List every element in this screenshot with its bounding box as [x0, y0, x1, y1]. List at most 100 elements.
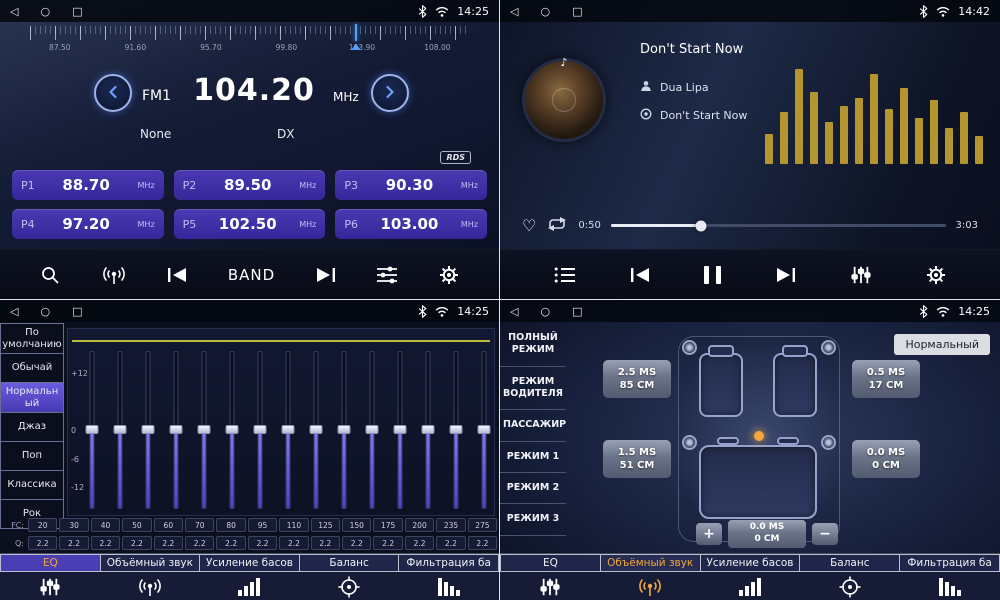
eq-slider-knob[interactable] [310, 425, 323, 434]
home-icon[interactable]: ○ [540, 5, 550, 18]
tuner-scale[interactable]: 87.5091.6095.7099.80103.90108.00 [30, 26, 469, 64]
delay-rear-left[interactable]: 1.5 MS 51 CM [603, 440, 671, 478]
repeat-icon[interactable] [546, 216, 568, 235]
eq-preset-item[interactable]: Обычай [0, 354, 64, 383]
surround-broadcast-icon[interactable] [600, 577, 700, 597]
surround-mode-item[interactable]: РЕЖИМ ВОДИТЕЛЯ [500, 367, 566, 411]
eq-band-slider[interactable] [141, 351, 155, 509]
eq-slider-knob[interactable] [142, 425, 155, 434]
recents-icon[interactable]: □ [72, 305, 82, 318]
settings-gear-icon[interactable] [439, 265, 459, 285]
tab-balance-target[interactable]: Баланс [300, 554, 400, 572]
eq-slider-knob[interactable] [450, 425, 463, 434]
tab-surround-broadcast[interactable]: Объёмный звук [101, 554, 201, 572]
back-icon[interactable]: ◁ [10, 305, 18, 318]
bass-boost-icon[interactable] [700, 577, 800, 597]
tab-surround-broadcast[interactable]: Объёмный звук [601, 554, 701, 572]
eq-slider-knob[interactable] [366, 425, 379, 434]
next-track-icon[interactable] [776, 267, 796, 283]
eq-sliders-icon[interactable] [376, 266, 398, 284]
eq-slider-knob[interactable] [422, 425, 435, 434]
playlist-icon[interactable] [554, 266, 576, 284]
profile-button[interactable]: Нормальный [894, 334, 990, 355]
tab-filter-bars[interactable]: Фильтрация ба [399, 554, 499, 572]
radio-preset-P1[interactable]: P188.70MHz [12, 170, 164, 200]
eq-band-slider[interactable] [477, 351, 491, 509]
eq-sliders-icon[interactable] [500, 577, 600, 597]
eq-band-slider[interactable] [449, 351, 463, 509]
seek-up-button[interactable] [371, 74, 409, 112]
speaker-icon[interactable] [682, 340, 697, 355]
tab-balance-target[interactable]: Баланс [800, 554, 900, 572]
radio-preset-P6[interactable]: P6103.00MHz [335, 209, 487, 239]
eq-slider-knob[interactable] [170, 425, 183, 434]
eq-slider-knob[interactable] [282, 425, 295, 434]
eq-band-slider[interactable] [197, 351, 211, 509]
prev-track-icon[interactable] [630, 267, 650, 283]
eq-preset-item[interactable]: По умолчанию [0, 323, 64, 354]
recents-icon[interactable]: □ [572, 305, 582, 318]
vertical-sliders-icon[interactable] [850, 265, 872, 285]
tab-eq-sliders[interactable]: EQ [0, 554, 101, 572]
back-icon[interactable]: ◁ [10, 5, 18, 18]
speaker-icon[interactable] [821, 340, 836, 355]
surround-mode-item[interactable]: РЕЖИМ 1 [500, 442, 566, 473]
tab-bass-boost[interactable]: Усиление басов [200, 554, 300, 572]
seek-down-button[interactable] [94, 74, 132, 112]
filter-bars-icon[interactable] [399, 577, 499, 597]
eq-band-slider[interactable] [393, 351, 407, 509]
tab-bass-boost[interactable]: Усиление басов [701, 554, 801, 572]
surround-broadcast-icon[interactable] [100, 577, 200, 597]
radio-preset-P5[interactable]: P5102.50MHz [174, 209, 326, 239]
surround-mode-item[interactable]: ПОЛНЫЙ РЕЖИМ [500, 323, 566, 367]
balance-target-icon[interactable] [800, 576, 900, 598]
home-icon[interactable]: ○ [540, 305, 550, 318]
eq-slider-knob[interactable] [254, 425, 267, 434]
back-icon[interactable]: ◁ [510, 5, 518, 18]
bass-boost-icon[interactable] [200, 577, 300, 597]
speaker-icon[interactable] [682, 435, 697, 450]
decrease-delay-button[interactable]: − [812, 523, 838, 545]
eq-slider-knob[interactable] [338, 425, 351, 434]
eq-band-slider[interactable] [309, 351, 323, 509]
next-track-icon[interactable] [316, 267, 336, 283]
surround-mode-item[interactable]: ПАССАЖИР [500, 410, 566, 441]
balance-target-icon[interactable] [299, 576, 399, 598]
eq-preset-item[interactable]: Классика [0, 471, 64, 500]
back-icon[interactable]: ◁ [510, 305, 518, 318]
recents-icon[interactable]: □ [572, 5, 582, 18]
radio-preset-P2[interactable]: P289.50MHz [174, 170, 326, 200]
eq-band-slider[interactable] [365, 351, 379, 509]
tab-filter-bars[interactable]: Фильтрация ба [900, 554, 1000, 572]
search-icon[interactable] [40, 265, 60, 285]
eq-slider-knob[interactable] [86, 425, 99, 434]
radio-preset-P4[interactable]: P497.20MHz [12, 209, 164, 239]
eq-band-slider[interactable] [337, 351, 351, 509]
home-icon[interactable]: ○ [40, 5, 50, 18]
favorite-heart-icon[interactable]: ♡ [522, 218, 536, 234]
pause-button[interactable] [704, 266, 721, 284]
increase-delay-button[interactable]: + [696, 523, 722, 545]
prev-track-icon[interactable] [167, 267, 187, 283]
eq-band-slider[interactable] [421, 351, 435, 509]
speaker-icon[interactable] [821, 435, 836, 450]
eq-band-slider[interactable] [169, 351, 183, 509]
eq-sliders-icon[interactable] [0, 577, 100, 597]
progress-knob[interactable] [696, 220, 707, 231]
delay-rear-right[interactable]: 0.0 MS 0 CM [852, 440, 920, 478]
eq-band-slider[interactable] [225, 351, 239, 509]
recents-icon[interactable]: □ [72, 5, 82, 18]
eq-slider-knob[interactable] [114, 425, 127, 434]
surround-mode-item[interactable]: РЕЖИМ 2 [500, 473, 566, 504]
eq-preset-item[interactable]: Нормальный [0, 383, 64, 413]
radio-broadcast-icon[interactable] [101, 265, 127, 285]
home-icon[interactable]: ○ [40, 305, 50, 318]
tab-eq-sliders[interactable]: EQ [500, 554, 601, 572]
eq-preset-item[interactable]: Джаз [0, 413, 64, 442]
eq-preset-item[interactable]: Поп [0, 442, 64, 471]
progress-bar[interactable] [611, 224, 946, 227]
filter-bars-icon[interactable] [900, 577, 1000, 597]
delay-front-left[interactable]: 2.5 MS 85 CM [603, 360, 671, 398]
eq-slider-knob[interactable] [478, 425, 491, 434]
eq-band-slider[interactable] [281, 351, 295, 509]
